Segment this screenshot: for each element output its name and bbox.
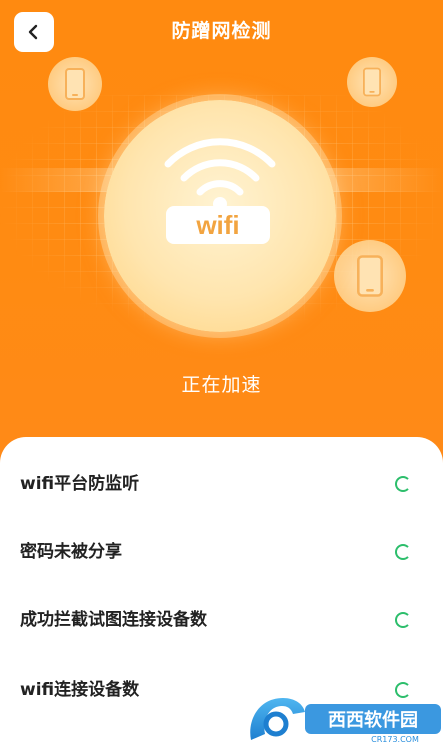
svg-text:西西软件园: 西西软件园 [328,709,418,731]
hero-section: 防蹭网检测 wifi 正在加速 [0,0,443,470]
check-item-label: 密码未被分享 [20,542,122,562]
page-title: 防蹭网检测 [171,20,272,42]
loading-spinner-icon [395,544,411,560]
check-item: wifi平台防监听 [0,450,443,518]
svg-text:CR173.COM: CR173.COM [371,735,419,744]
wifi-badge: wifi [166,206,270,244]
watermark-logo: 西西软件园 CR173.COM [250,698,441,744]
device-phone-icon [334,240,406,312]
loading-spinner-icon [395,476,411,492]
device-phone-icon [48,57,102,111]
check-item: 密码未被分享 [0,518,443,586]
check-item-label: wifi平台防监听 [20,474,140,494]
loading-spinner-icon [395,612,411,628]
wifi-icon [164,138,276,211]
check-item: 成功拦截试图连接设备数 [0,586,443,654]
check-item-label: 成功拦截试图连接设备数 [20,610,207,630]
device-phone-icon [347,57,397,107]
status-text: 正在加速 [181,374,262,396]
check-item-label: wifi连接设备数 [20,680,140,700]
